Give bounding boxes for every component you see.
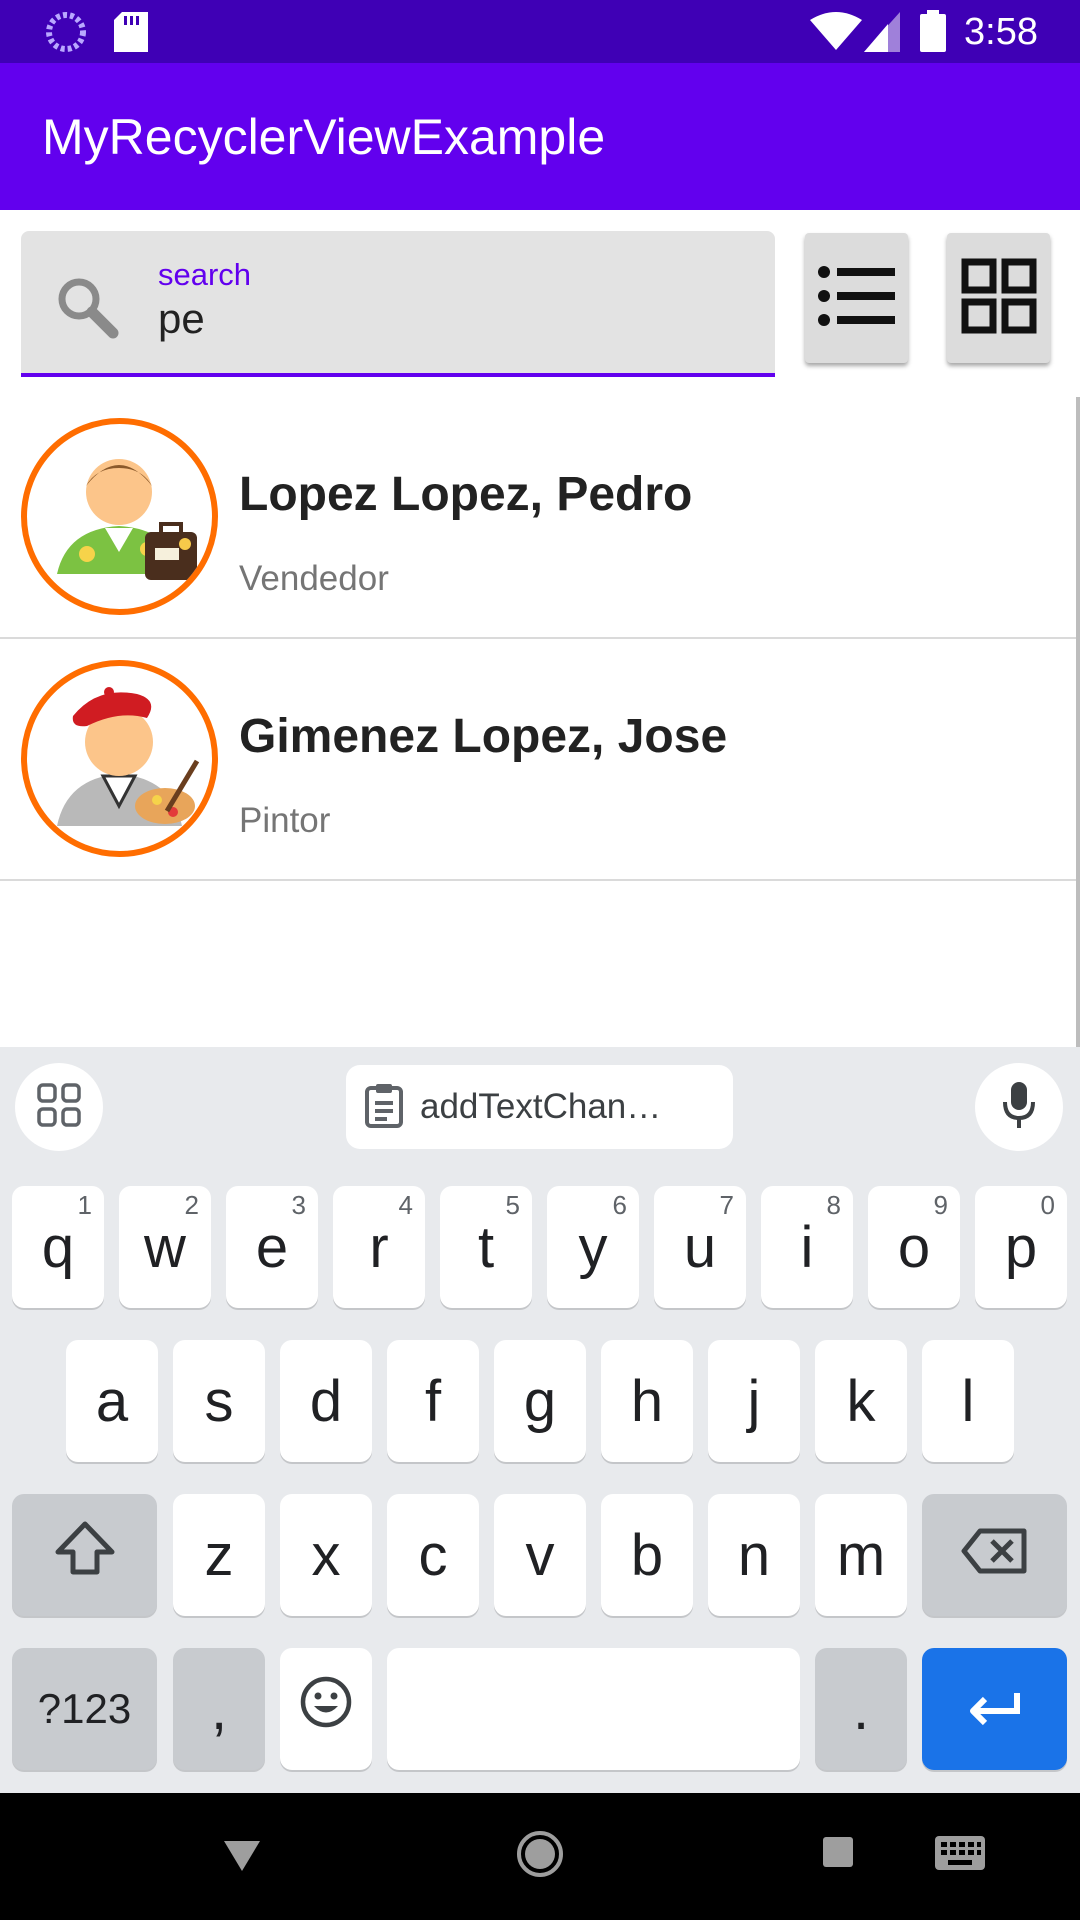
scrollbar[interactable] — [1076, 397, 1080, 1047]
status-bar: 3:58 — [0, 0, 1080, 63]
key-g[interactable]: g — [494, 1340, 586, 1462]
clipboard-icon — [364, 1082, 404, 1132]
microphone-icon — [1001, 1080, 1037, 1134]
key-l[interactable]: l — [922, 1340, 1014, 1462]
painter-avatar — [21, 660, 218, 857]
sd-card-icon — [114, 12, 148, 56]
key-x[interactable]: x — [280, 1494, 372, 1616]
recents-icon[interactable] — [821, 1835, 855, 1873]
key-k[interactable]: k — [815, 1340, 907, 1462]
clock: 3:58 — [964, 11, 1038, 53]
signal-icon — [864, 12, 900, 56]
key-o[interactable]: o9 — [868, 1186, 960, 1308]
person-name: Lopez Lopez, Pedro — [239, 468, 693, 521]
key-b[interactable]: b — [601, 1494, 693, 1616]
person-role: Vendedor — [239, 559, 389, 598]
keyboard-menu-button[interactable] — [15, 1063, 103, 1151]
search-icon — [51, 271, 121, 345]
enter-key[interactable] — [922, 1648, 1067, 1770]
grid-view-icon — [961, 258, 1037, 338]
app-title: MyRecyclerViewExample — [42, 109, 606, 165]
key-n[interactable]: n — [708, 1494, 800, 1616]
key-q[interactable]: q1 — [12, 1186, 104, 1308]
results-list: Lopez Lopez, Pedro Vendedor Gimenez Lope… — [0, 397, 1080, 881]
list-view-icon — [817, 264, 897, 332]
key-d[interactable]: d — [280, 1340, 372, 1462]
person-role: Pintor — [239, 801, 331, 840]
search-value[interactable] — [158, 295, 718, 343]
symbols-key[interactable]: ?123 — [12, 1648, 157, 1770]
home-icon[interactable] — [515, 1829, 565, 1883]
apps-grid-icon — [37, 1083, 81, 1131]
app-bar: MyRecyclerViewExample — [0, 63, 1080, 210]
key-h[interactable]: h — [601, 1340, 693, 1462]
navigation-bar — [0, 1793, 1080, 1920]
app-screen: 3:58 MyRecyclerViewExample search pe Lop… — [0, 0, 1080, 1920]
key-f[interactable]: f — [387, 1340, 479, 1462]
grid-view-button[interactable] — [947, 233, 1050, 363]
key-r[interactable]: r4 — [333, 1186, 425, 1308]
key-p[interactable]: p0 — [975, 1186, 1067, 1308]
wifi-icon — [810, 12, 862, 56]
battery-icon — [920, 10, 946, 56]
key-v[interactable]: v — [494, 1494, 586, 1616]
key-e[interactable]: e3 — [226, 1186, 318, 1308]
soft-keyboard: addTextChan… q1 w2 e3 r4 t5 y6 u7 i8 o9 … — [0, 1047, 1080, 1793]
key-c[interactable]: c — [387, 1494, 479, 1616]
key-m[interactable]: m — [815, 1494, 907, 1616]
key-j[interactable]: j — [708, 1340, 800, 1462]
comma-key[interactable]: , — [173, 1648, 265, 1770]
key-s[interactable]: s — [173, 1340, 265, 1462]
search-label: search — [158, 257, 252, 292]
salesman-avatar — [21, 418, 218, 615]
backspace-icon — [960, 1522, 1030, 1589]
shift-key[interactable] — [12, 1494, 157, 1616]
space-key[interactable] — [387, 1648, 800, 1770]
list-item[interactable]: Lopez Lopez, Pedro Vendedor — [0, 397, 1080, 639]
person-name: Gimenez Lopez, Jose — [239, 710, 728, 763]
key-w[interactable]: w2 — [119, 1186, 211, 1308]
key-i[interactable]: i8 — [761, 1186, 853, 1308]
list-item[interactable]: Gimenez Lopez, Jose Pintor — [0, 639, 1080, 881]
enter-icon — [965, 1676, 1025, 1743]
list-view-button[interactable] — [805, 233, 908, 363]
emoji-icon — [299, 1675, 353, 1743]
period-key[interactable]: . — [815, 1648, 907, 1770]
key-z[interactable]: z — [173, 1494, 265, 1616]
back-icon[interactable] — [222, 1837, 262, 1877]
clipboard-suggestion[interactable]: addTextChan… — [346, 1065, 733, 1149]
search-field[interactable]: search — [21, 231, 775, 377]
loading-icon — [46, 12, 86, 56]
key-a[interactable]: a — [66, 1340, 158, 1462]
shift-icon — [54, 1520, 116, 1590]
key-y[interactable]: y6 — [547, 1186, 639, 1308]
keyboard-switch-icon[interactable] — [934, 1835, 986, 1875]
search-input[interactable] — [158, 295, 718, 343]
key-t[interactable]: t5 — [440, 1186, 532, 1308]
voice-input-button[interactable] — [975, 1063, 1063, 1151]
backspace-key[interactable] — [922, 1494, 1067, 1616]
key-u[interactable]: u7 — [654, 1186, 746, 1308]
emoji-key[interactable] — [280, 1648, 372, 1770]
suggestion-text: addTextChan… — [420, 1087, 662, 1126]
